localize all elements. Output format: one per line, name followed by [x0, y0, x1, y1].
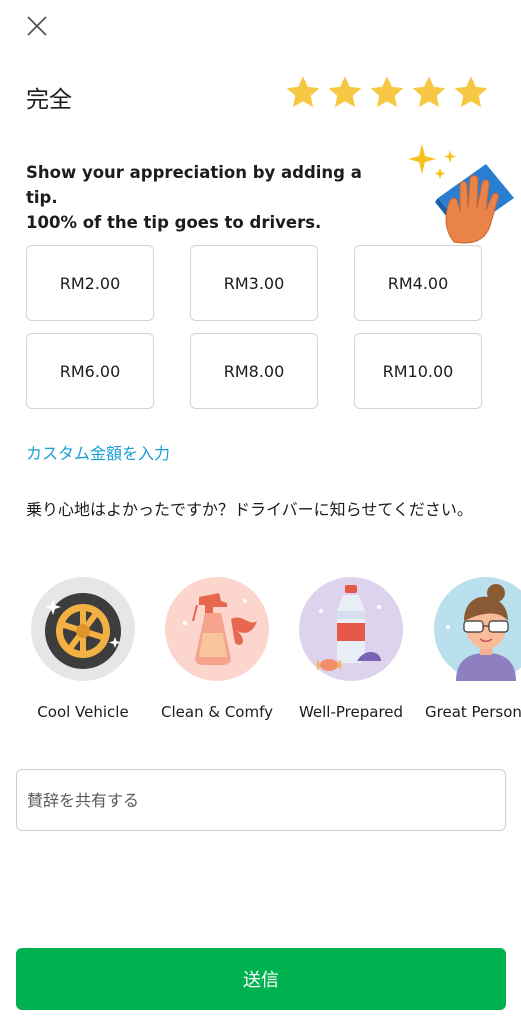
compliment-label: Great Persona [425, 703, 521, 721]
tip-amount-button[interactable]: RM8.00 [190, 333, 318, 409]
star-icon[interactable] [452, 74, 490, 112]
compliment-clean-comfy[interactable]: Clean & Comfy [157, 577, 277, 721]
compliment-label: Well-Prepared [298, 703, 404, 721]
compliment-cool-vehicle[interactable]: Cool Vehicle [23, 577, 143, 721]
close-button[interactable] [20, 10, 54, 44]
wheel-icon [31, 577, 135, 681]
star-icon[interactable] [410, 74, 448, 112]
tip-message-line2: 100% of the tip goes to drivers. [26, 213, 322, 232]
feedback-question: 乗り心地はよかったですか？ドライバーに知らせてください。 [26, 500, 473, 519]
tip-amount-button[interactable]: RM6.00 [26, 333, 154, 409]
tip-amount-button[interactable]: RM10.00 [354, 333, 482, 409]
custom-amount-link[interactable]: カスタム金額を入力 [26, 440, 170, 464]
rating-title: 完全 [26, 87, 72, 113]
close-icon[interactable] [20, 10, 54, 44]
submit-label: 送信 [243, 970, 279, 991]
tip-amount-button[interactable]: RM2.00 [26, 245, 154, 321]
compliment-comment-input[interactable] [16, 769, 506, 831]
water-bottle-candy-icon [299, 577, 403, 681]
spray-bottle-icon [165, 577, 269, 681]
compliment-label: Cool Vehicle [37, 703, 129, 721]
star-icon[interactable] [326, 74, 364, 112]
compliment-great-persona[interactable]: Great Persona [425, 577, 521, 721]
tip-message: Show your appreciation by adding a tip. … [26, 160, 386, 235]
hand-cleaning-illustration [408, 144, 514, 244]
star-icon[interactable] [284, 74, 322, 112]
tip-amount-button[interactable]: RM4.00 [354, 245, 482, 321]
compliment-label: Clean & Comfy [161, 703, 273, 721]
star-icon[interactable] [368, 74, 406, 112]
star-rating[interactable] [284, 74, 490, 112]
tip-message-line1: Show your appreciation by adding a tip. [26, 163, 362, 207]
submit-button[interactable]: 送信 [16, 948, 506, 1010]
person-sunglasses-icon [434, 577, 521, 681]
tip-amount-button[interactable]: RM3.00 [190, 245, 318, 321]
compliment-well-prepared[interactable]: Well-Prepared [291, 577, 411, 721]
